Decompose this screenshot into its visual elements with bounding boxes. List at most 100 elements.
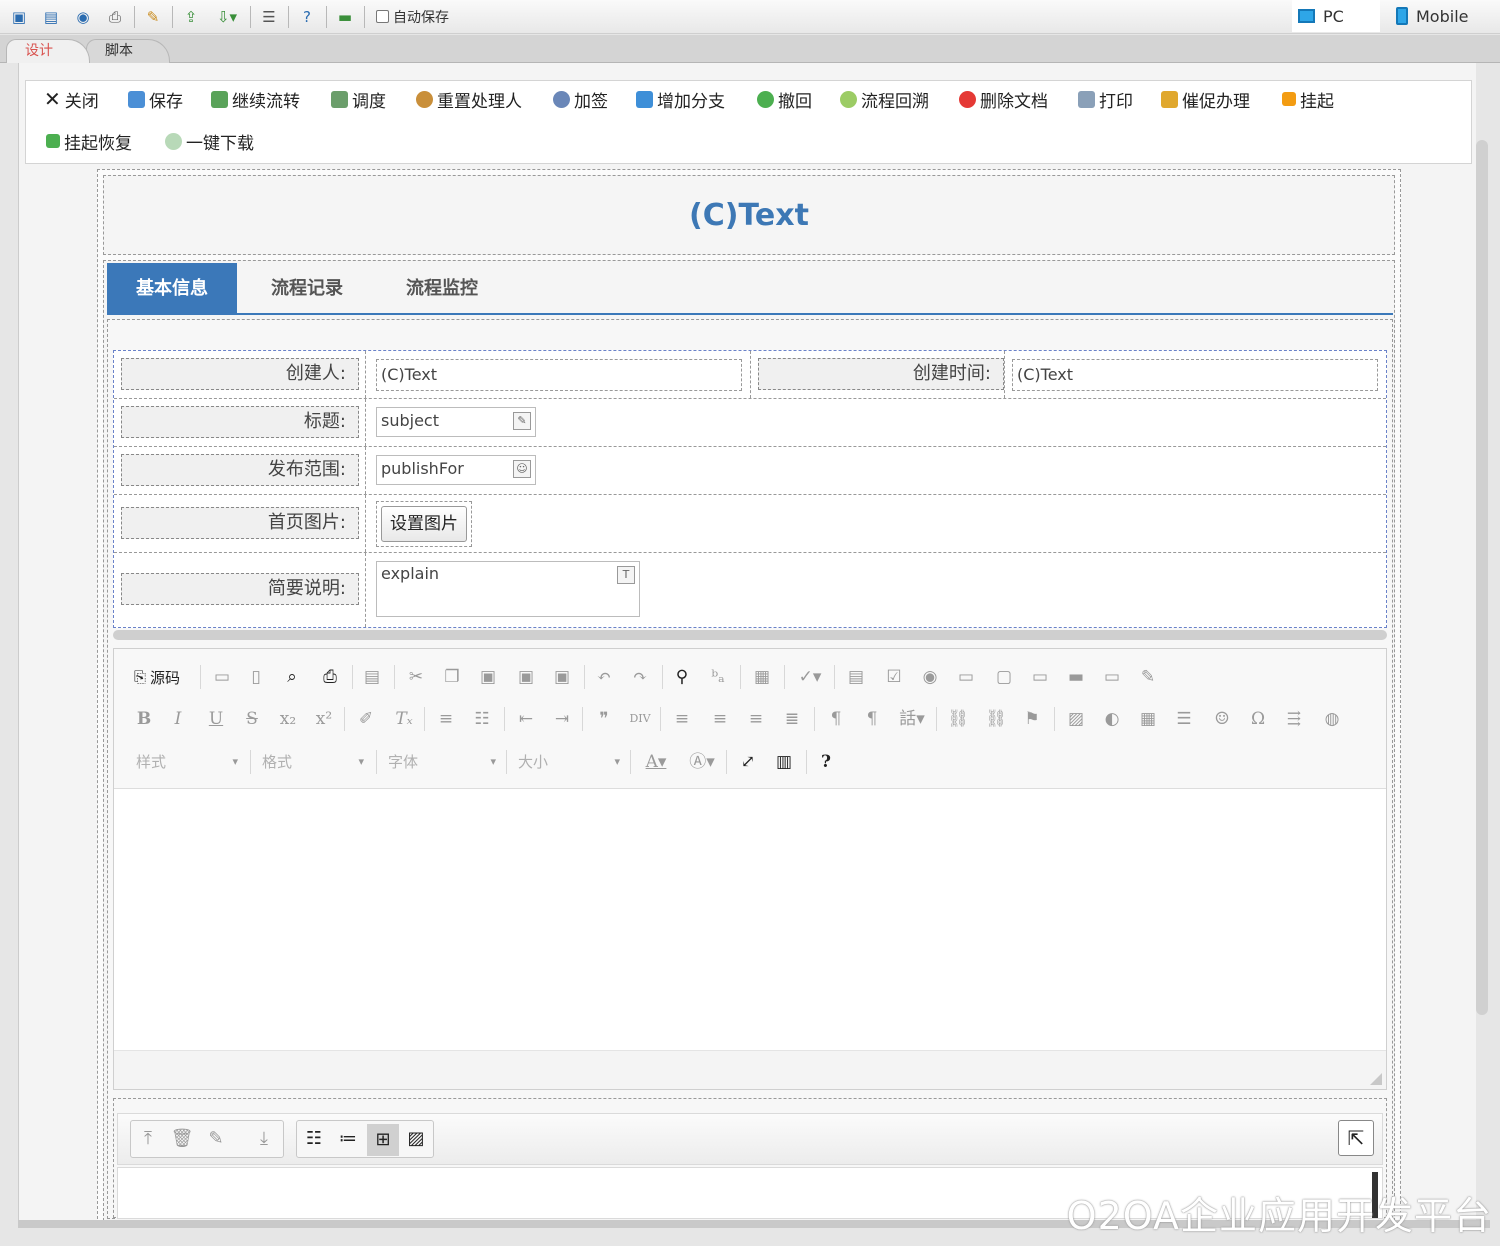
source-button[interactable]: ⎘ 源码 <box>134 665 180 689</box>
view-switch-mobile[interactable]: Mobile <box>1390 0 1478 32</box>
tools-icon[interactable]: ✎ <box>140 4 166 30</box>
close-button[interactable]: ✕ 关闭 <box>44 85 99 113</box>
undo-icon[interactable]: ↶ <box>592 665 616 689</box>
textfield-icon[interactable]: ▭ <box>954 665 978 689</box>
subject-input[interactable]: subject ✎ <box>376 407 536 437</box>
format-brush-icon[interactable]: ✐ <box>354 707 378 731</box>
special-char-icon[interactable]: Ω <box>1246 707 1270 731</box>
tab-basic-info[interactable]: 基本信息 <box>107 263 237 315</box>
copy-icon[interactable]: ❐ <box>440 665 464 689</box>
button-icon[interactable]: ▬ <box>1064 665 1088 689</box>
language-icon[interactable]: 話▾ <box>894 707 930 731</box>
indent-icon[interactable]: ⇥ <box>550 707 574 731</box>
tab-flow-monitor[interactable]: 流程监控 <box>377 263 507 315</box>
add-branch-button[interactable]: 增加分支 <box>636 85 725 113</box>
grid-view-icon[interactable]: ⊞ <box>367 1124 399 1156</box>
hidden-field-icon[interactable]: ✎ <box>1136 665 1160 689</box>
help-icon[interactable]: ? <box>294 4 320 30</box>
retract-button[interactable]: 撤回 <box>757 85 812 113</box>
select-icon[interactable]: ▭ <box>1028 665 1052 689</box>
delete-icon[interactable]: 🗑 <box>169 1126 195 1152</box>
delete-doc-button[interactable]: 删除文档 <box>959 85 1048 113</box>
flash-icon[interactable]: ◐ <box>1100 707 1124 731</box>
strike-icon[interactable]: S <box>240 707 264 731</box>
align-right-icon[interactable]: ≡ <box>744 707 768 731</box>
size-select[interactable]: 大小 <box>514 749 624 775</box>
save-doc-icon[interactable]: ▭ <box>210 665 234 689</box>
bg-color-icon[interactable]: Ⓐ▾ <box>684 750 720 774</box>
help-icon[interactable]: ? <box>814 750 838 774</box>
new-form-icon[interactable]: ▣ <box>6 4 32 30</box>
justify-icon[interactable]: ≣ <box>780 707 804 731</box>
image-button-icon[interactable]: ▭ <box>1100 665 1124 689</box>
new-page-icon[interactable]: ▯ <box>244 665 268 689</box>
italic-icon[interactable]: I <box>166 707 190 731</box>
textarea-icon[interactable]: ▢ <box>992 665 1016 689</box>
auto-save-checkbox[interactable]: 自动保存 <box>376 7 449 27</box>
download-icon[interactable]: ⤓ <box>251 1126 277 1152</box>
print-icon[interactable]: ⎙ <box>318 665 342 689</box>
subscript-icon[interactable]: x₂ <box>276 707 300 731</box>
canvas-scrollbar[interactable] <box>1476 140 1488 1015</box>
redo-icon[interactable]: ↷ <box>628 665 652 689</box>
dispatch-button[interactable]: 调度 <box>331 85 386 113</box>
view-switch-pc[interactable]: PC <box>1292 0 1380 32</box>
rtl-icon[interactable]: ¶ <box>860 707 884 731</box>
bold-icon[interactable]: B <box>132 707 156 731</box>
reset-handler-button[interactable]: 重置处理人 <box>416 85 522 113</box>
upload-icon[interactable]: ⤒ <box>135 1126 161 1152</box>
remove-format-icon[interactable]: Tₓ <box>392 707 416 731</box>
anchor-icon[interactable]: ⚑ <box>1020 707 1044 731</box>
outdent-icon[interactable]: ⇤ <box>514 707 538 731</box>
paste-word-icon[interactable]: ▣ <box>550 665 574 689</box>
theme-icon[interactable]: ▬ <box>332 4 358 30</box>
cut-icon[interactable]: ✂ <box>404 665 428 689</box>
preview-view-icon[interactable]: ▨ <box>403 1126 429 1152</box>
tab-design[interactable]: 设计 <box>6 39 90 63</box>
editor-content-area[interactable] <box>114 789 1386 1051</box>
suspend-button[interactable]: 挂起 <box>1282 85 1334 113</box>
resize-grip-icon[interactable] <box>1370 1073 1382 1085</box>
flow-rollback-button[interactable]: 流程回溯 <box>840 85 929 113</box>
font-select[interactable]: 字体 <box>384 749 500 775</box>
print-icon[interactable]: ⎙ <box>102 4 128 30</box>
numbered-list-icon[interactable]: ≡ <box>434 707 458 731</box>
find-icon[interactable]: ⚲ <box>670 665 694 689</box>
superscript-icon[interactable]: x² <box>312 707 336 731</box>
template-icon[interactable]: ▤ <box>360 665 384 689</box>
align-center-icon[interactable]: ≡ <box>708 707 732 731</box>
format-select[interactable]: 格式 <box>258 749 368 775</box>
collapse-icon[interactable]: ⇱ <box>1338 1120 1374 1156</box>
edit-icon[interactable]: ✎ <box>203 1126 229 1152</box>
list-icon[interactable]: ☰ <box>256 4 282 30</box>
set-image-button[interactable]: 设置图片 <box>381 506 467 542</box>
save-icon[interactable]: ▤ <box>38 4 64 30</box>
show-blocks-icon[interactable]: ▥ <box>772 750 796 774</box>
div-container-icon[interactable]: DIV <box>628 707 652 731</box>
publish-input[interactable]: publishFor ☺ <box>376 455 536 485</box>
preview-icon[interactable]: ◉ <box>70 4 96 30</box>
radio-icon[interactable]: ◉ <box>918 665 942 689</box>
print-button[interactable]: 打印 <box>1078 85 1133 113</box>
select-all-icon[interactable]: ▦ <box>750 665 774 689</box>
export-icon[interactable]: ⇪ <box>178 4 204 30</box>
import-dropdown-icon[interactable]: ⇩▾ <box>210 4 244 30</box>
download-all-button[interactable]: 一键下载 <box>165 127 254 155</box>
table-icon[interactable]: ▦ <box>1136 707 1160 731</box>
link-icon[interactable]: ⛓ <box>946 707 970 731</box>
resume-button[interactable]: 挂起恢复 <box>46 127 132 155</box>
align-left-icon[interactable]: ≡ <box>670 707 694 731</box>
underline-icon[interactable]: U <box>204 707 228 731</box>
text-color-icon[interactable]: A▾ <box>638 750 674 774</box>
urge-button[interactable]: 催促办理 <box>1161 85 1250 113</box>
tab-script[interactable]: 脚本 <box>86 39 170 63</box>
iframe-icon[interactable]: ◍ <box>1320 707 1344 731</box>
add-sign-button[interactable]: 加签 <box>553 85 608 113</box>
style-select[interactable]: 样式 <box>132 749 242 775</box>
save-button[interactable]: 保存 <box>128 85 183 113</box>
hr-icon[interactable]: ☰ <box>1172 707 1196 731</box>
ltr-icon[interactable]: ¶ <box>824 707 848 731</box>
replace-icon[interactable]: ᵇₐ <box>706 665 730 689</box>
preview-icon[interactable]: ⌕ <box>280 665 304 689</box>
maximize-icon[interactable]: ⤢ <box>736 750 760 774</box>
